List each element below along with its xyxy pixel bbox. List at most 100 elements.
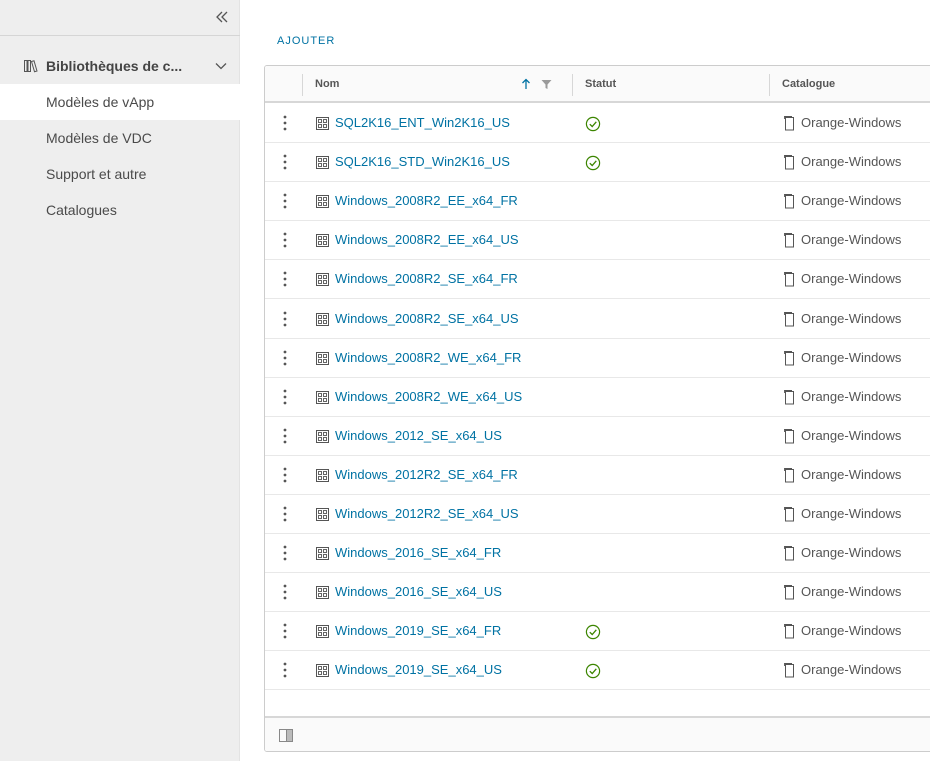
catalog-icon bbox=[784, 546, 794, 561]
vapp-template-icon bbox=[316, 625, 329, 639]
more-actions-icon[interactable] bbox=[279, 270, 291, 288]
vapp-template-icon bbox=[316, 547, 329, 561]
table-row[interactable]: SQL2K16_ENT_Win2K16_US Orange-Windows bbox=[265, 104, 930, 143]
catalog-icon bbox=[784, 467, 794, 483]
table-row[interactable]: Windows_2008R2_WE_x64_FR Orange-Windows bbox=[265, 339, 930, 378]
template-name-link[interactable]: Windows_2019_SE_x64_US bbox=[335, 662, 502, 677]
catalog-name: Orange-Windows bbox=[801, 545, 902, 561]
table-row[interactable]: Windows_2008R2_SE_x64_FR Orange-Windows bbox=[265, 260, 930, 300]
more-actions-icon[interactable] bbox=[279, 427, 291, 445]
chevron-down-icon bbox=[215, 63, 227, 70]
catalog-icon bbox=[784, 585, 794, 600]
vapp-template-icon bbox=[316, 117, 329, 130]
table-row[interactable]: Windows_2008R2_EE_x64_US Orange-Windows bbox=[265, 221, 930, 261]
template-name-link[interactable]: Windows_2019_SE_x64_FR bbox=[335, 623, 501, 638]
table-row[interactable]: Windows_2019_SE_x64_US Orange-Windows bbox=[265, 651, 930, 691]
sidebar-group-label: Bibliothèques de c... bbox=[46, 58, 183, 74]
catalog-icon bbox=[784, 194, 794, 209]
more-actions-icon[interactable] bbox=[279, 505, 291, 523]
column-toggle-icon[interactable] bbox=[279, 729, 293, 742]
table-row[interactable]: Windows_2016_SE_x64_FR Orange-Windows bbox=[265, 534, 930, 574]
template-name-link[interactable]: Windows_2008R2_SE_x64_FR bbox=[335, 271, 518, 286]
sort-ascending-icon[interactable] bbox=[521, 78, 531, 90]
vapp-template-icon bbox=[316, 586, 329, 600]
app: Bibliothèques de c... Modèles de vApp Mod… bbox=[0, 0, 930, 761]
sidebar-group-libraries[interactable]: Bibliothèques de c... bbox=[0, 50, 240, 82]
catalog-icon bbox=[784, 155, 794, 170]
catalog-name: Orange-Windows bbox=[801, 506, 902, 521]
template-name-link[interactable]: Windows_2008R2_EE_x64_FR bbox=[335, 193, 518, 208]
table-row[interactable]: Windows_2008R2_EE_x64_FR Orange-Windows bbox=[265, 182, 930, 222]
check-circle-icon bbox=[585, 155, 601, 171]
template-name-link[interactable]: SQL2K16_STD_Win2K16_US bbox=[335, 154, 510, 169]
template-name-link[interactable]: Windows_2012R2_SE_x64_US bbox=[335, 506, 519, 521]
filter-icon[interactable] bbox=[541, 79, 552, 90]
vapp-template-icon bbox=[316, 195, 329, 209]
datagrid-header: Nom Statut Catalogue bbox=[265, 66, 930, 103]
catalog-icon bbox=[784, 663, 794, 678]
catalog-name: Orange-Windows bbox=[801, 662, 902, 678]
catalog-icon bbox=[784, 428, 794, 444]
catalog-name: Orange-Windows bbox=[801, 466, 902, 482]
catalog-name: Orange-Windows bbox=[801, 193, 902, 209]
template-name-link[interactable]: Windows_2008R2_WE_x64_FR bbox=[335, 350, 521, 365]
table-row[interactable]: Windows_2008R2_SE_x64_US Orange-Windows bbox=[265, 300, 930, 339]
more-actions-icon[interactable] bbox=[279, 153, 291, 171]
template-name-link[interactable]: Windows_2016_SE_x64_FR bbox=[335, 545, 501, 560]
column-separator[interactable] bbox=[302, 74, 303, 96]
collapse-sidebar-button[interactable] bbox=[212, 7, 232, 27]
table-row[interactable]: Windows_2019_SE_x64_FR Orange-Windows bbox=[265, 612, 930, 652]
column-separator[interactable] bbox=[769, 74, 770, 96]
catalog-icon bbox=[784, 624, 794, 639]
catalog-icon bbox=[784, 311, 794, 326]
column-separator[interactable] bbox=[572, 74, 573, 96]
sidebar-divider bbox=[0, 35, 240, 36]
more-actions-icon[interactable] bbox=[279, 231, 291, 249]
vapp-template-icon bbox=[316, 156, 329, 170]
table-row[interactable]: Windows_2012R2_SE_x64_US Orange-Windows bbox=[265, 495, 930, 534]
catalog-icon bbox=[784, 233, 794, 248]
vapp-template-icon bbox=[316, 508, 329, 521]
table-row[interactable]: Windows_2012R2_SE_x64_FR Orange-Windows bbox=[265, 456, 930, 495]
more-actions-icon[interactable] bbox=[279, 622, 291, 640]
template-name-link[interactable]: Windows_2016_SE_x64_US bbox=[335, 584, 502, 599]
template-name-link[interactable]: Windows_2008R2_WE_x64_US bbox=[335, 389, 522, 404]
catalog-name: Orange-Windows bbox=[801, 232, 902, 248]
table-row[interactable]: Windows_2008R2_WE_x64_US Orange-Windows bbox=[265, 378, 930, 417]
template-name-link[interactable]: Windows_2008R2_EE_x64_US bbox=[335, 232, 519, 247]
more-actions-icon[interactable] bbox=[279, 114, 291, 132]
more-actions-icon[interactable] bbox=[279, 388, 291, 406]
template-name-link[interactable]: Windows_2012R2_SE_x64_FR bbox=[335, 467, 518, 482]
sidebar-item[interactable]: Support et autre bbox=[0, 156, 240, 192]
template-name-link[interactable]: SQL2K16_ENT_Win2K16_US bbox=[335, 115, 510, 130]
sidebar-item[interactable]: Modèles de vApp bbox=[0, 84, 240, 120]
vapp-template-icon bbox=[316, 234, 329, 248]
catalog-icon bbox=[784, 116, 794, 131]
column-header-status[interactable]: Statut bbox=[585, 78, 616, 90]
table-row[interactable]: SQL2K16_STD_Win2K16_US Orange-Windows bbox=[265, 143, 930, 183]
add-button[interactable]: AJOUTER bbox=[277, 35, 335, 47]
catalog-name: Orange-Windows bbox=[801, 584, 902, 600]
template-name-link[interactable]: Windows_2012_SE_x64_US bbox=[335, 428, 502, 443]
column-header-name[interactable]: Nom bbox=[315, 78, 339, 90]
sidebar-item[interactable]: Modèles de VDC bbox=[0, 120, 240, 156]
catalog-name: Orange-Windows bbox=[801, 271, 902, 287]
more-actions-icon[interactable] bbox=[279, 349, 291, 367]
table-row[interactable]: Windows_2016_SE_x64_US Orange-Windows bbox=[265, 573, 930, 613]
double-chevron-left-icon bbox=[216, 11, 228, 23]
check-circle-icon bbox=[585, 116, 601, 132]
sidebar-item[interactable]: Catalogues bbox=[0, 192, 240, 228]
more-actions-icon[interactable] bbox=[279, 466, 291, 484]
catalog-icon bbox=[784, 389, 794, 405]
more-actions-icon[interactable] bbox=[279, 310, 291, 328]
check-circle-icon bbox=[585, 625, 601, 640]
more-actions-icon[interactable] bbox=[279, 661, 291, 679]
table-row[interactable]: Windows_2012_SE_x64_US Orange-Windows bbox=[265, 417, 930, 456]
more-actions-icon[interactable] bbox=[279, 583, 291, 601]
more-actions-icon[interactable] bbox=[279, 544, 291, 562]
sidebar: Bibliothèques de c... Modèles de vApp Mod… bbox=[0, 0, 240, 761]
datagrid-footer bbox=[265, 716, 930, 751]
template-name-link[interactable]: Windows_2008R2_SE_x64_US bbox=[335, 311, 519, 326]
column-header-catalog[interactable]: Catalogue bbox=[782, 78, 835, 90]
more-actions-icon[interactable] bbox=[279, 192, 291, 210]
